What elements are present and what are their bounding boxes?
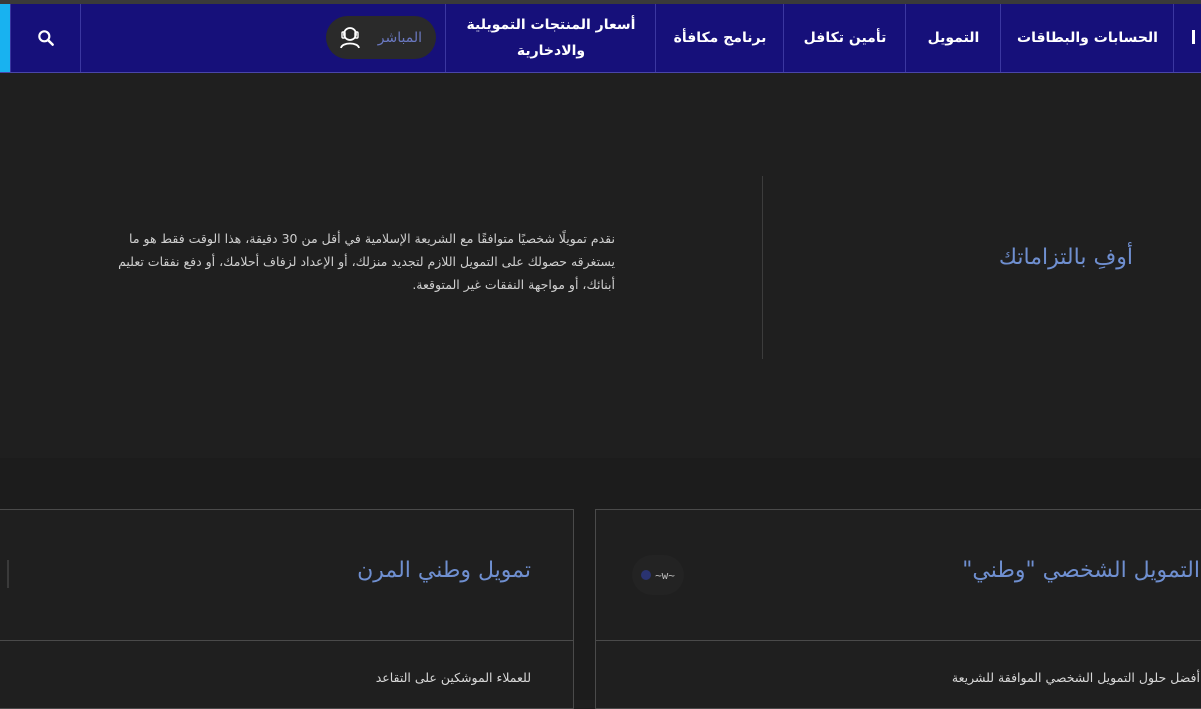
search-button[interactable] (10, 4, 81, 72)
nav-accent-strip (0, 4, 10, 72)
nav-item-accounts[interactable]: الحسابات والبطاقات (1000, 4, 1174, 72)
nav-item-prices-label: أسعار المنتجات التمويلية والادخارية (466, 17, 636, 59)
live-chat-label: المباشر (377, 29, 422, 46)
product-card-personal[interactable]: ~w~ التمويل الشخصي "وطني" أفضل حلول التم… (595, 509, 1201, 709)
product-card-flexible[interactable]: تمويل وطني المرن للعملاء الموشكين على ال… (0, 509, 574, 709)
overflow-glyph-icon (1192, 30, 1201, 44)
card-title: تمويل وطني المرن (357, 558, 531, 583)
hero-section: أوفِ بالتزاماتك نقدم تمويلًا شخصيًا متوا… (0, 73, 1201, 458)
nav-item-financing-label: التمويل (927, 30, 980, 46)
nav-item-takaful-label: تأمين تكافل (803, 30, 887, 46)
card-description: أفضل حلول التمويل الشخصي الموافقة للشريع… (951, 670, 1200, 685)
products-section: تمويل وطني المرن للعملاء الموشكين على ال… (0, 458, 1201, 709)
hero-title: أوفِ بالتزاماتك (998, 245, 1133, 270)
headset-person-icon (340, 26, 360, 48)
nav-item-rewards-label: برنامج مكافأة (673, 30, 767, 46)
live-chat-button[interactable]: المباشر (326, 16, 436, 59)
hero-divider (762, 176, 763, 359)
card-title: التمويل الشخصي "وطني" (962, 558, 1200, 583)
nav-item-accounts-label: الحسابات والبطاقات (1017, 30, 1158, 46)
squiggle-icon: ~w~ (655, 568, 675, 582)
search-icon (37, 30, 54, 46)
hero-description: نقدم تمويلًا شخصيًا متوافقًا مع الشريعة … (118, 231, 615, 292)
main-nav: المباشر أسعار المنتجات التمويلية والادخا… (0, 4, 1201, 73)
card-description: للعملاء الموشكين على التقاعد (375, 670, 531, 685)
card-header: ~w~ التمويل الشخصي "وطني" (596, 510, 1201, 641)
card-header: تمويل وطني المرن (0, 510, 573, 641)
card-badge: ~w~ (632, 555, 684, 595)
nav-item-financing[interactable]: التمويل (905, 4, 1001, 72)
nav-item-prices[interactable]: أسعار المنتجات التمويلية والادخارية (445, 4, 656, 72)
badge-dot-icon (641, 570, 652, 580)
nav-item-overflow[interactable] (1173, 4, 1201, 72)
card-edge-icon (7, 560, 9, 588)
nav-item-rewards[interactable]: برنامج مكافأة (655, 4, 784, 72)
nav-item-takaful[interactable]: تأمين تكافل (783, 4, 906, 72)
